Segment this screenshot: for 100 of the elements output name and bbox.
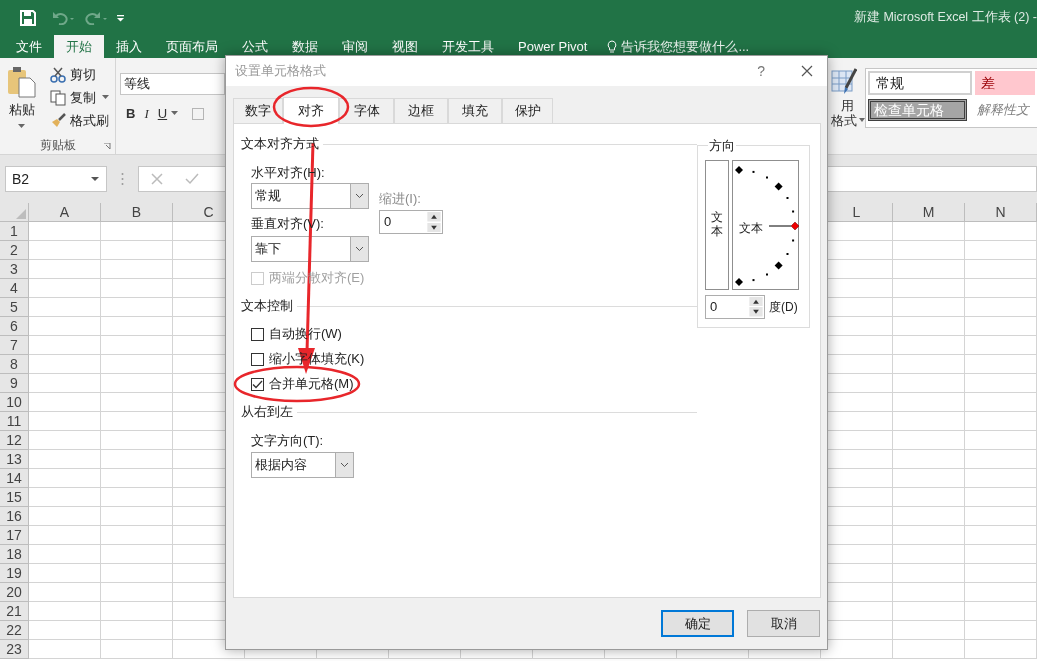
dialog-tab[interactable]: 对齐: [283, 97, 339, 124]
grid-cell[interactable]: [893, 393, 965, 412]
grid-cell[interactable]: [965, 222, 1037, 241]
row-header[interactable]: 16: [0, 507, 29, 526]
row-header[interactable]: 13: [0, 450, 29, 469]
caret-icon[interactable]: [102, 95, 110, 100]
grid-cell[interactable]: [965, 583, 1037, 602]
row-header[interactable]: 8: [0, 355, 29, 374]
row-header[interactable]: 1: [0, 222, 29, 241]
select-all-icon[interactable]: [16, 209, 26, 219]
grid-cell[interactable]: [101, 355, 173, 374]
grid-cell[interactable]: [101, 222, 173, 241]
grid-cell[interactable]: [965, 488, 1037, 507]
grid-cell[interactable]: [101, 298, 173, 317]
grid-cell[interactable]: [101, 545, 173, 564]
row-header[interactable]: 14: [0, 469, 29, 488]
checkbox[interactable]: [251, 352, 264, 366]
grid-cell[interactable]: [893, 450, 965, 469]
grid-cell[interactable]: [101, 431, 173, 450]
caret-icon[interactable]: [859, 118, 866, 123]
row-header[interactable]: 3: [0, 260, 29, 279]
grid-cell[interactable]: [29, 317, 101, 336]
dialog-tab[interactable]: 填充: [448, 98, 502, 123]
dropdown[interactable]: 根据内容: [251, 452, 354, 478]
grid-cell[interactable]: [893, 640, 965, 659]
grid-cell[interactable]: [101, 526, 173, 545]
grid-cell[interactable]: [893, 279, 965, 298]
grid-cell[interactable]: [893, 545, 965, 564]
dropdown[interactable]: 常规: [251, 183, 369, 209]
grid-cell[interactable]: [893, 469, 965, 488]
grid-cell[interactable]: [965, 602, 1037, 621]
spin-up-icon[interactable]: [749, 296, 763, 306]
row-header[interactable]: 7: [0, 336, 29, 355]
spin-down-icon[interactable]: [427, 222, 441, 232]
dialog-tab[interactable]: 边框: [394, 98, 448, 123]
row-header[interactable]: 18: [0, 545, 29, 564]
grid-cell[interactable]: [965, 469, 1037, 488]
dialog-button[interactable]: 确定: [661, 610, 734, 637]
grid-cell[interactable]: [965, 431, 1037, 450]
grid-cell[interactable]: [29, 393, 101, 412]
row-header[interactable]: 19: [0, 564, 29, 583]
grid-cell[interactable]: [29, 507, 101, 526]
grid-cell[interactable]: [893, 564, 965, 583]
grid-cell[interactable]: [965, 507, 1037, 526]
copy-button[interactable]: 复制: [70, 87, 96, 108]
caret-icon[interactable]: [171, 111, 180, 117]
orientation-dial[interactable]: 文本: [732, 159, 799, 290]
ribbon-tab[interactable]: 页面布局: [154, 35, 230, 58]
column-header[interactable]: A: [29, 203, 101, 222]
grid-cell[interactable]: [965, 260, 1037, 279]
grid-cell[interactable]: [965, 564, 1037, 583]
grid-cell[interactable]: [965, 355, 1037, 374]
cancel-icon[interactable]: [151, 173, 163, 185]
grid-cell[interactable]: [965, 526, 1037, 545]
grid-cell[interactable]: [965, 298, 1037, 317]
redo-icon[interactable]: [85, 10, 109, 25]
font-name-field[interactable]: 等线: [120, 73, 225, 95]
grid-cell[interactable]: [29, 374, 101, 393]
grid-cell[interactable]: [101, 602, 173, 621]
ribbon-tab[interactable]: 插入: [104, 35, 154, 58]
grid-cell[interactable]: [965, 393, 1037, 412]
name-box[interactable]: B2: [5, 166, 107, 192]
ribbon-tab[interactable]: 视图: [380, 35, 430, 58]
grid-cell[interactable]: [965, 450, 1037, 469]
grid-cell[interactable]: [101, 469, 173, 488]
grid-cell[interactable]: [29, 640, 101, 659]
grid-cell[interactable]: [893, 317, 965, 336]
grid-cell[interactable]: [965, 241, 1037, 260]
table-format-icon[interactable]: [831, 68, 857, 96]
grid-cell[interactable]: [101, 621, 173, 640]
grid-cell[interactable]: [965, 621, 1037, 640]
row-header[interactable]: 12: [0, 431, 29, 450]
ribbon-tab[interactable]: 公式: [230, 35, 280, 58]
row-header[interactable]: 4: [0, 279, 29, 298]
tell-me-search[interactable]: 告诉我您想要做什么...: [621, 36, 750, 57]
grid-cell[interactable]: [29, 450, 101, 469]
row-header[interactable]: 22: [0, 621, 29, 640]
grid-cell[interactable]: [101, 450, 173, 469]
grid-cell[interactable]: [29, 526, 101, 545]
grid-cell[interactable]: [29, 602, 101, 621]
ribbon-tab[interactable]: 审阅: [330, 35, 380, 58]
grid-cell[interactable]: [29, 469, 101, 488]
grid-cell[interactable]: [101, 564, 173, 583]
column-header[interactable]: M: [893, 203, 965, 222]
row-header[interactable]: 23: [0, 640, 29, 659]
help-button[interactable]: ?: [757, 60, 765, 82]
grid-cell[interactable]: [29, 355, 101, 374]
grid-cell[interactable]: [29, 279, 101, 298]
row-header[interactable]: 11: [0, 412, 29, 431]
save-icon[interactable]: [20, 9, 36, 26]
grid-cell[interactable]: [965, 279, 1037, 298]
grid-cell[interactable]: [893, 526, 965, 545]
grid-cell[interactable]: [29, 412, 101, 431]
paste-icon[interactable]: [7, 66, 37, 98]
row-header[interactable]: 5: [0, 298, 29, 317]
grid-cell[interactable]: [101, 488, 173, 507]
ribbon-tab[interactable]: 数据: [280, 35, 330, 58]
row-header[interactable]: 20: [0, 583, 29, 602]
dialog-tab[interactable]: 数字: [233, 98, 283, 123]
dropdown[interactable]: 靠下: [251, 236, 369, 262]
